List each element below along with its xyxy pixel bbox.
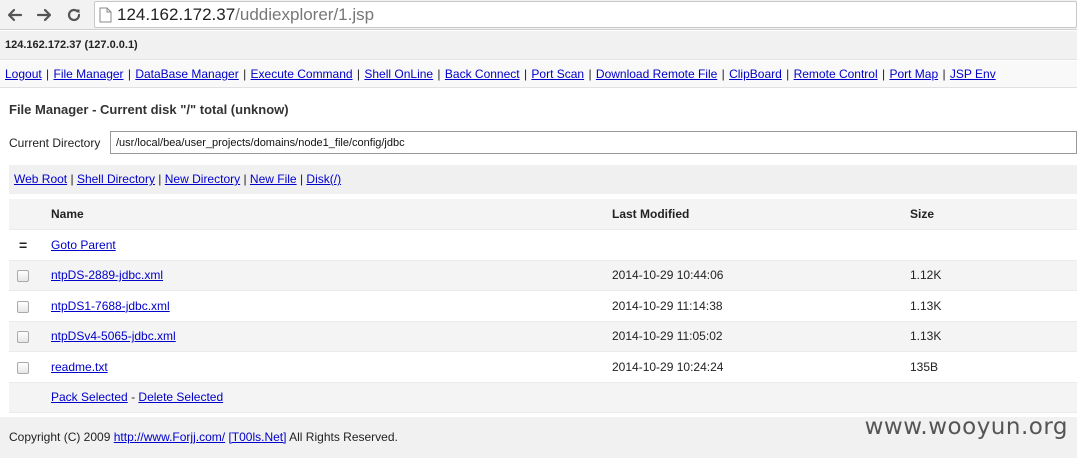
main-menu: Logout | File Manager | DataBase Manager…: [0, 61, 1077, 88]
file-modified: 2014-10-29 11:14:38: [612, 290, 910, 321]
new-file-link[interactable]: New File: [250, 172, 297, 186]
table-row: ntpDS1-7688-jdbc.xml 2014-10-29 11:14:38…: [9, 290, 1077, 321]
current-directory-input[interactable]: [110, 131, 1077, 154]
table-row: readme.txt 2014-10-29 10:24:24 135B: [9, 351, 1077, 382]
menu-jsp-env[interactable]: JSP Env: [950, 67, 996, 81]
url-path: /uddiexplorer/1.jsp: [235, 5, 375, 24]
goto-parent-link[interactable]: Goto Parent: [51, 238, 116, 252]
menu-download-remote-file[interactable]: Download Remote File: [596, 67, 717, 81]
host-header: 124.162.172.37 (127.0.0.1): [0, 31, 1077, 60]
browser-toolbar: 124.162.172.37/uddiexplorer/1.jsp: [0, 0, 1077, 30]
file-size: 1.12K: [910, 260, 1077, 291]
file-table: Name Last Modified Size = Goto Parent nt…: [9, 199, 1077, 413]
column-header-size: Size: [910, 199, 1077, 230]
menu-remote-control[interactable]: Remote Control: [794, 67, 878, 81]
file-name-link[interactable]: ntpDS1-7688-jdbc.xml: [51, 299, 170, 313]
new-directory-link[interactable]: New Directory: [165, 172, 240, 186]
column-header-modified: Last Modified: [612, 199, 910, 230]
file-name-link[interactable]: ntpDSv4-5065-jdbc.xml: [51, 329, 176, 343]
file-size: 135B: [910, 351, 1077, 382]
copyright-text: Copyright (C) 2009: [9, 430, 111, 444]
reload-icon: [67, 8, 81, 22]
file-modified: 2014-10-29 11:05:02: [612, 321, 910, 352]
watermark: www.wooyun.org: [864, 414, 1068, 440]
page-title: File Manager - Current disk "/" total (u…: [9, 102, 289, 117]
parent-directory-icon: =: [19, 236, 28, 253]
web-root-link[interactable]: Web Root: [14, 172, 67, 186]
t00ls-link[interactable]: [T00ls.Net]: [228, 430, 286, 444]
menu-execute-command[interactable]: Execute Command: [251, 67, 353, 81]
file-modified: 2014-10-29 10:24:24: [612, 351, 910, 382]
page-icon: [99, 7, 112, 23]
arrow-right-icon: [36, 8, 52, 22]
back-button[interactable]: [5, 5, 25, 25]
file-name-link[interactable]: readme.txt: [51, 360, 108, 374]
file-name-link[interactable]: ntpDS-2889-jdbc.xml: [51, 268, 163, 282]
goto-parent-row: = Goto Parent: [9, 229, 1077, 260]
shell-directory-link[interactable]: Shell Directory: [77, 172, 155, 186]
file-size: 1.13K: [910, 321, 1077, 352]
file-size: 1.13K: [910, 290, 1077, 321]
row-checkbox[interactable]: [17, 331, 29, 344]
pack-selected-link[interactable]: Pack Selected: [51, 390, 128, 404]
url-host: 124.162.172.37: [117, 5, 236, 24]
action-separator: -: [131, 390, 136, 405]
menu-file-manager[interactable]: File Manager: [54, 67, 124, 81]
reload-button[interactable]: [64, 5, 84, 25]
forjj-link[interactable]: http://www.Forjj.com/: [114, 430, 225, 444]
row-checkbox[interactable]: [17, 300, 29, 313]
menu-clipboard[interactable]: ClipBoard: [729, 67, 782, 81]
menu-back-connect[interactable]: Back Connect: [445, 67, 520, 81]
rights-text: All Rights Reserved.: [289, 430, 398, 444]
address-bar[interactable]: 124.162.172.37/uddiexplorer/1.jsp: [94, 1, 1077, 28]
directory-links-bar: Web Root | Shell Directory | New Directo…: [9, 165, 1077, 194]
menu-port-map[interactable]: Port Map: [889, 67, 938, 81]
current-directory-label: Current Directory: [9, 136, 101, 150]
url-text: 124.162.172.37/uddiexplorer/1.jsp: [117, 5, 374, 25]
table-row: ntpDSv4-5065-jdbc.xml 2014-10-29 11:05:0…: [9, 321, 1077, 352]
column-header-name: Name: [51, 199, 612, 230]
table-header-row: Name Last Modified Size: [9, 199, 1077, 230]
disk-link[interactable]: Disk(/): [306, 172, 341, 186]
table-row: ntpDS-2889-jdbc.xml 2014-10-29 10:44:06 …: [9, 260, 1077, 291]
menu-shell-online[interactable]: Shell OnLine: [364, 67, 433, 81]
menu-logout[interactable]: Logout: [5, 67, 42, 81]
row-checkbox[interactable]: [17, 361, 29, 374]
forward-button[interactable]: [34, 5, 54, 25]
menu-port-scan[interactable]: Port Scan: [531, 67, 584, 81]
menu-database-manager[interactable]: DataBase Manager: [135, 67, 238, 81]
arrow-left-icon: [7, 8, 23, 22]
file-modified: 2014-10-29 10:44:06: [612, 260, 910, 291]
row-checkbox[interactable]: [17, 270, 29, 283]
table-actions-row: Pack Selected - Delete Selected: [9, 382, 1077, 413]
delete-selected-link[interactable]: Delete Selected: [138, 390, 223, 404]
